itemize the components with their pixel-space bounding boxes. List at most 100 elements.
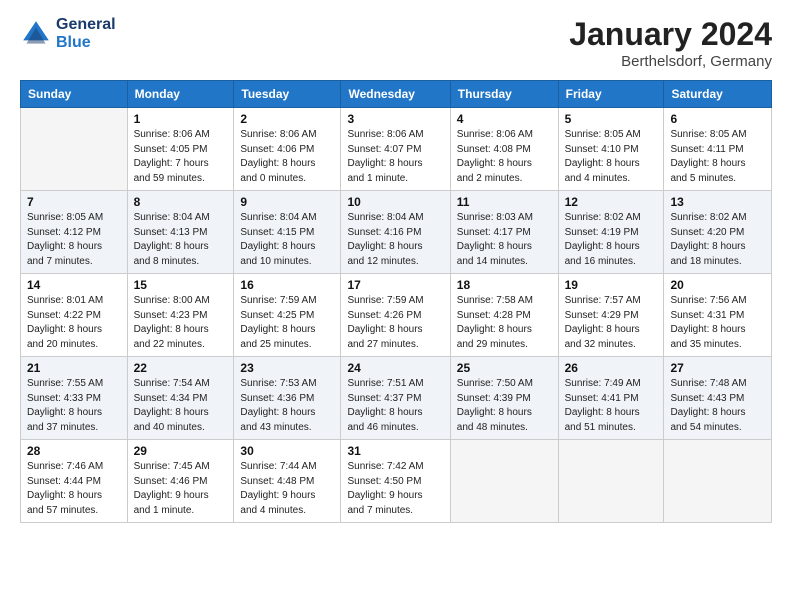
day-number: 31	[347, 444, 443, 458]
calendar-cell: 24 Sunrise: 7:51 AMSunset: 4:37 PMDayligh…	[341, 357, 450, 440]
day-info: Sunrise: 8:05 AMSunset: 4:12 PMDaylight:…	[27, 211, 121, 269]
calendar-cell: 27Sunrise: 7:48 AMSunset: 4:43 PMDayligh…	[664, 357, 772, 440]
day-number: 29	[134, 444, 228, 458]
calendar-cell: 2 Sunrise: 8:06 AMSunset: 4:06 PMDaylight…	[234, 108, 341, 191]
calendar-cell: 14Sunrise: 8:01 AMSunset: 4:22 PMDayligh…	[21, 274, 128, 357]
day-number: 2	[240, 112, 334, 126]
day-number: 17	[347, 278, 443, 292]
day-info: Sunrise: 8:06 AMSunset: 4:07 PMDaylight:…	[347, 128, 443, 186]
calendar-week-row: 1 Sunrise: 8:06 AMSunset: 4:05 PMDaylight…	[21, 108, 772, 191]
day-info: Sunrise: 8:06 AMSunset: 4:05 PMDaylight:…	[134, 128, 228, 186]
calendar-cell: 10Sunrise: 8:04 AMSunset: 4:16 PMDayligh…	[341, 191, 450, 274]
day-number: 4	[457, 112, 552, 126]
day-info: Sunrise: 8:04 AMSunset: 4:15 PMDaylight:…	[240, 211, 334, 269]
calendar-cell: 13 Sunrise: 8:02 AMSunset: 4:20 PMDayligh…	[664, 191, 772, 274]
day-info: Sunrise: 8:06 AMSunset: 4:08 PMDaylight:…	[457, 128, 552, 186]
weekday-header: Thursday	[450, 81, 558, 108]
calendar-header-row: SundayMondayTuesdayWednesdayThursdayFrid…	[21, 81, 772, 108]
calendar-week-row: 14Sunrise: 8:01 AMSunset: 4:22 PMDayligh…	[21, 274, 772, 357]
day-info: Sunrise: 7:46 AMSunset: 4:44 PMDaylight:…	[27, 460, 121, 518]
day-number: 24	[347, 361, 443, 375]
day-info: Sunrise: 7:59 AMSunset: 4:26 PMDaylight:…	[347, 294, 443, 352]
calendar-cell: 8Sunrise: 8:04 AMSunset: 4:13 PMDaylight…	[127, 191, 234, 274]
day-info: Sunrise: 7:56 AMSunset: 4:31 PMDaylight:…	[670, 294, 765, 352]
day-number: 8	[134, 195, 228, 209]
day-info: Sunrise: 7:51 AMSunset: 4:37 PMDaylight:…	[347, 377, 443, 435]
calendar-cell: 7 Sunrise: 8:05 AMSunset: 4:12 PMDaylight…	[21, 191, 128, 274]
logo: General Blue	[20, 16, 116, 52]
calendar-cell	[450, 440, 558, 523]
calendar-cell: 1 Sunrise: 8:06 AMSunset: 4:05 PMDaylight…	[127, 108, 234, 191]
day-number: 12	[565, 195, 658, 209]
day-info: Sunrise: 7:57 AMSunset: 4:29 PMDaylight:…	[565, 294, 658, 352]
day-number: 15	[134, 278, 228, 292]
calendar-cell: 15 Sunrise: 8:00 AMSunset: 4:23 PMDayligh…	[127, 274, 234, 357]
month-title: January 2024	[569, 16, 772, 53]
calendar-cell: 26Sunrise: 7:49 AMSunset: 4:41 PMDayligh…	[558, 357, 664, 440]
calendar-cell	[558, 440, 664, 523]
day-info: Sunrise: 8:02 AMSunset: 4:19 PMDaylight:…	[565, 211, 658, 269]
day-number: 13	[670, 195, 765, 209]
day-number: 28	[27, 444, 121, 458]
calendar-week-row: 21Sunrise: 7:55 AMSunset: 4:33 PMDayligh…	[21, 357, 772, 440]
calendar-cell: 19 Sunrise: 7:57 AMSunset: 4:29 PMDayligh…	[558, 274, 664, 357]
calendar-cell: 22 Sunrise: 7:54 AMSunset: 4:34 PMDayligh…	[127, 357, 234, 440]
calendar-cell: 28 Sunrise: 7:46 AMSunset: 4:44 PMDayligh…	[21, 440, 128, 523]
day-number: 16	[240, 278, 334, 292]
day-info: Sunrise: 7:42 AMSunset: 4:50 PMDaylight:…	[347, 460, 443, 518]
weekday-header: Tuesday	[234, 81, 341, 108]
day-info: Sunrise: 7:45 AMSunset: 4:46 PMDaylight:…	[134, 460, 228, 518]
calendar-cell: 3Sunrise: 8:06 AMSunset: 4:07 PMDaylight…	[341, 108, 450, 191]
calendar-cell: 21Sunrise: 7:55 AMSunset: 4:33 PMDayligh…	[21, 357, 128, 440]
calendar-cell: 29 Sunrise: 7:45 AMSunset: 4:46 PMDayligh…	[127, 440, 234, 523]
day-number: 7	[27, 195, 121, 209]
day-number: 30	[240, 444, 334, 458]
day-info: Sunrise: 8:05 AMSunset: 4:11 PMDaylight:…	[670, 128, 765, 186]
calendar-cell: 23Sunrise: 7:53 AMSunset: 4:36 PMDayligh…	[234, 357, 341, 440]
day-info: Sunrise: 7:55 AMSunset: 4:33 PMDaylight:…	[27, 377, 121, 435]
day-number: 18	[457, 278, 552, 292]
calendar-cell	[664, 440, 772, 523]
calendar-week-row: 28 Sunrise: 7:46 AMSunset: 4:44 PMDayligh…	[21, 440, 772, 523]
weekday-header: Friday	[558, 81, 664, 108]
day-info: Sunrise: 8:06 AMSunset: 4:06 PMDaylight:…	[240, 128, 334, 186]
day-number: 25	[457, 361, 552, 375]
calendar-cell: 20Sunrise: 7:56 AMSunset: 4:31 PMDayligh…	[664, 274, 772, 357]
day-number: 22	[134, 361, 228, 375]
day-info: Sunrise: 7:44 AMSunset: 4:48 PMDaylight:…	[240, 460, 334, 518]
day-info: Sunrise: 7:48 AMSunset: 4:43 PMDaylight:…	[670, 377, 765, 435]
day-info: Sunrise: 8:03 AMSunset: 4:17 PMDaylight:…	[457, 211, 552, 269]
day-number: 6	[670, 112, 765, 126]
day-number: 19	[565, 278, 658, 292]
day-info: Sunrise: 7:54 AMSunset: 4:34 PMDaylight:…	[134, 377, 228, 435]
day-number: 23	[240, 361, 334, 375]
calendar-cell: 25 Sunrise: 7:50 AMSunset: 4:39 PMDayligh…	[450, 357, 558, 440]
title-block: January 2024 Berthelsdorf, Germany	[569, 16, 772, 70]
calendar-cell: 16Sunrise: 7:59 AMSunset: 4:25 PMDayligh…	[234, 274, 341, 357]
calendar-cell: 30 Sunrise: 7:44 AMSunset: 4:48 PMDayligh…	[234, 440, 341, 523]
day-info: Sunrise: 8:00 AMSunset: 4:23 PMDaylight:…	[134, 294, 228, 352]
location-title: Berthelsdorf, Germany	[569, 53, 772, 70]
calendar-cell: 12 Sunrise: 8:02 AMSunset: 4:19 PMDayligh…	[558, 191, 664, 274]
day-info: Sunrise: 8:02 AMSunset: 4:20 PMDaylight:…	[670, 211, 765, 269]
weekday-header: Wednesday	[341, 81, 450, 108]
weekday-header: Sunday	[21, 81, 128, 108]
day-info: Sunrise: 8:05 AMSunset: 4:10 PMDaylight:…	[565, 128, 658, 186]
day-info: Sunrise: 8:04 AMSunset: 4:16 PMDaylight:…	[347, 211, 443, 269]
calendar-cell: 31 Sunrise: 7:42 AMSunset: 4:50 PMDayligh…	[341, 440, 450, 523]
calendar-cell: 11 Sunrise: 8:03 AMSunset: 4:17 PMDayligh…	[450, 191, 558, 274]
calendar-cell: 6 Sunrise: 8:05 AMSunset: 4:11 PMDaylight…	[664, 108, 772, 191]
weekday-header: Saturday	[664, 81, 772, 108]
calendar-week-row: 7 Sunrise: 8:05 AMSunset: 4:12 PMDaylight…	[21, 191, 772, 274]
calendar-cell: 4 Sunrise: 8:06 AMSunset: 4:08 PMDaylight…	[450, 108, 558, 191]
day-number: 11	[457, 195, 552, 209]
calendar-cell	[21, 108, 128, 191]
calendar-cell: 9Sunrise: 8:04 AMSunset: 4:15 PMDaylight…	[234, 191, 341, 274]
calendar: SundayMondayTuesdayWednesdayThursdayFrid…	[20, 80, 772, 523]
page: General Blue January 2024 Berthelsdorf, …	[0, 0, 792, 612]
header: General Blue January 2024 Berthelsdorf, …	[20, 16, 772, 70]
weekday-header: Monday	[127, 81, 234, 108]
day-info: Sunrise: 7:58 AMSunset: 4:28 PMDaylight:…	[457, 294, 552, 352]
day-info: Sunrise: 7:50 AMSunset: 4:39 PMDaylight:…	[457, 377, 552, 435]
day-number: 1	[134, 112, 228, 126]
